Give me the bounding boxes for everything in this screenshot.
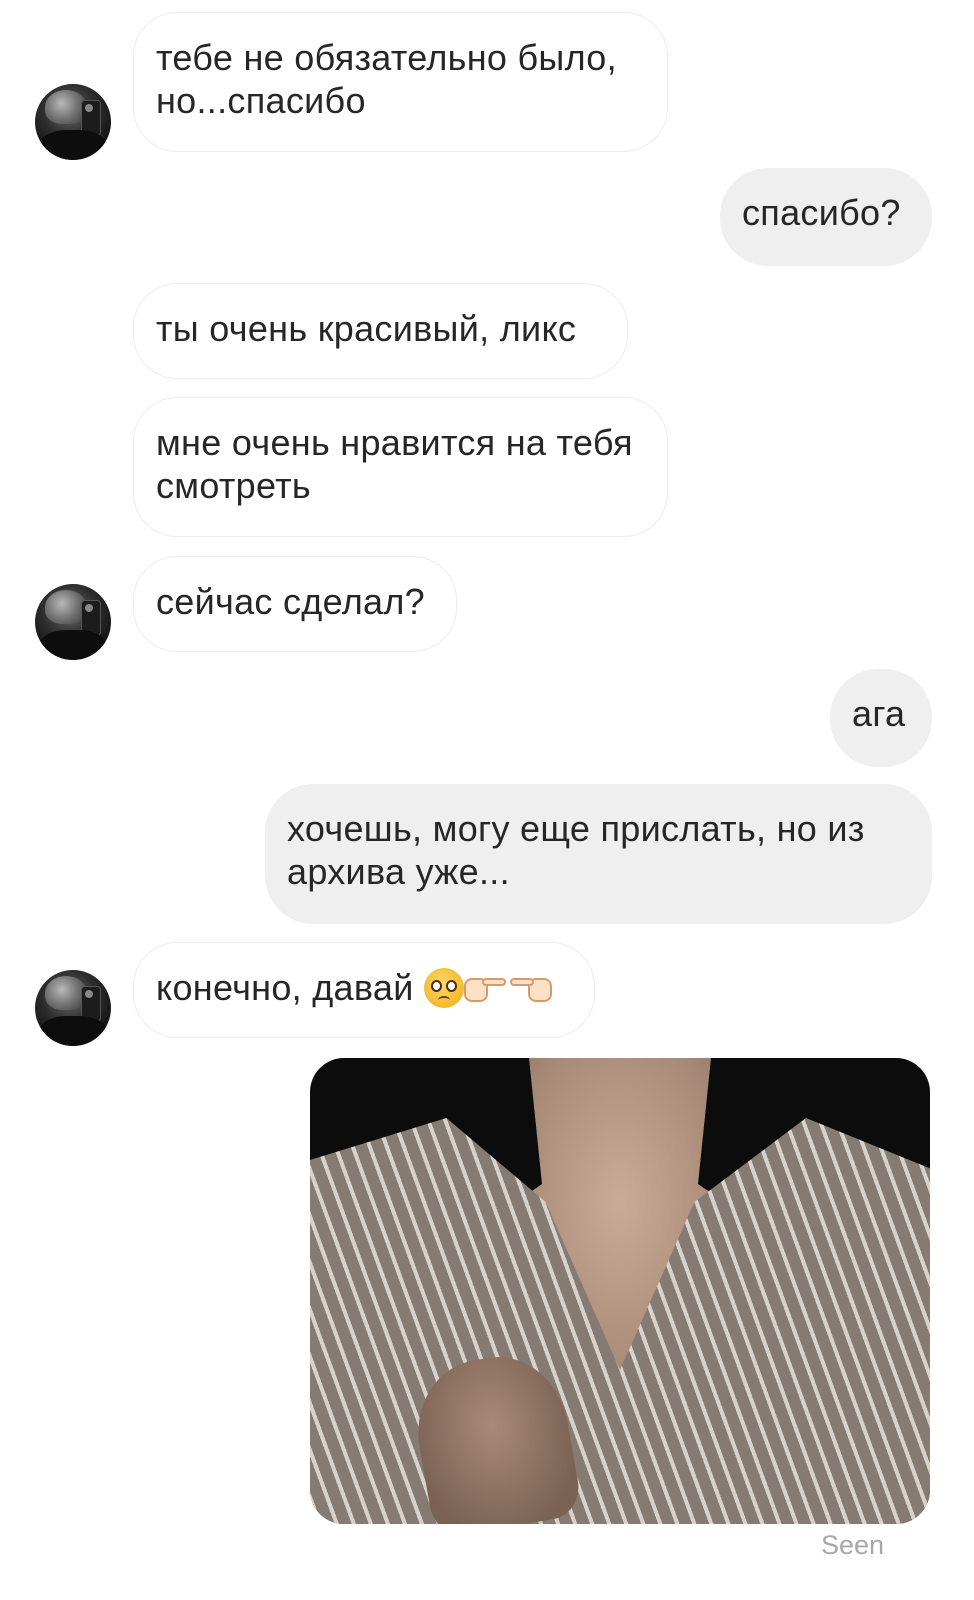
outgoing-message[interactable]: ага: [830, 669, 932, 767]
avatar-body: [39, 130, 107, 160]
pointing-left-icon: [508, 970, 552, 1004]
incoming-message[interactable]: ты очень красивый, ликс: [133, 283, 628, 379]
message-text: тебе не обязательно было, но...спасибо: [156, 37, 617, 121]
message-text: конечно, давай: [156, 967, 414, 1008]
contact-avatar[interactable]: [35, 84, 111, 160]
incoming-message[interactable]: сейчас сделал?: [133, 556, 457, 652]
incoming-message[interactable]: конечно, давай: [133, 942, 595, 1038]
contact-avatar[interactable]: [35, 970, 111, 1046]
avatar-body: [39, 630, 107, 660]
message-text: ты очень красивый, ликс: [156, 308, 577, 349]
pleading-face-icon: [423, 968, 464, 1008]
pointing-right-icon: [463, 970, 508, 1004]
message-text: сейчас сделал?: [156, 581, 425, 622]
seen-status: Seen: [820, 1530, 884, 1560]
avatar-body: [39, 1016, 107, 1046]
hand-finger: [481, 978, 506, 986]
photo-message[interactable]: [310, 1058, 930, 1524]
outgoing-message[interactable]: спасибо?: [720, 168, 932, 266]
incoming-message[interactable]: тебе не обязательно было, но...спасибо: [133, 12, 668, 152]
avatar-phone-camera: [85, 104, 93, 112]
message-text: хочешь, могу еще прислать, но из архива …: [287, 808, 865, 892]
pleading-face-mouth: [437, 996, 450, 1004]
outgoing-message[interactable]: хочешь, могу еще прислать, но из архива …: [265, 784, 932, 924]
avatar-phone-camera: [85, 990, 93, 998]
hand-finger: [509, 978, 534, 986]
message-text: спасибо?: [742, 192, 901, 233]
incoming-message[interactable]: мне очень нравится на тебя смотреть: [133, 397, 668, 537]
message-text: мне очень нравится на тебя смотреть: [156, 422, 633, 506]
contact-avatar[interactable]: [35, 584, 111, 660]
message-text: ага: [852, 693, 906, 734]
avatar-phone-camera: [85, 604, 93, 612]
